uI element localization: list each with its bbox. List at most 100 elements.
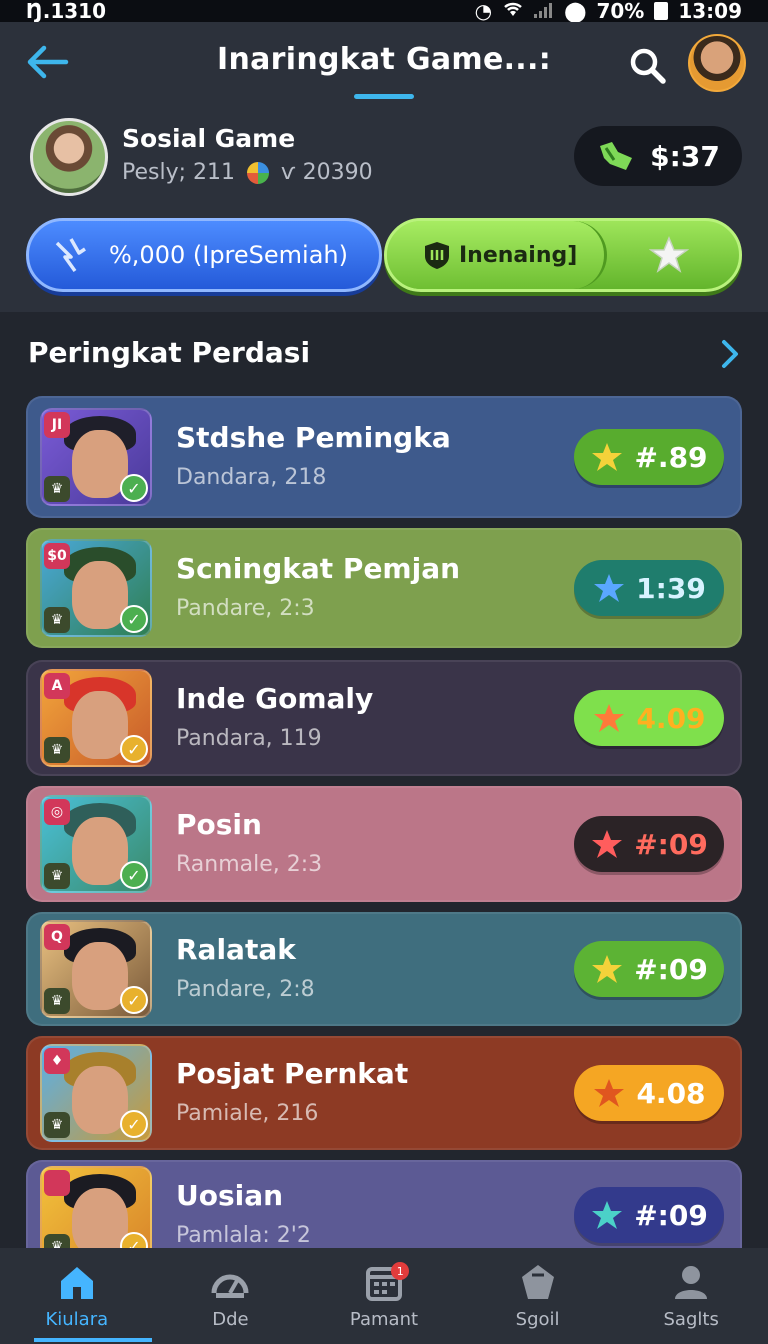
- verified-check-icon: ✓: [120, 861, 148, 889]
- game-badge-icon: ♦: [44, 1048, 70, 1074]
- sync-icon: ⬤: [564, 0, 587, 23]
- status-time: 13:09: [678, 0, 742, 23]
- verified-check-icon: ✓: [120, 1110, 148, 1138]
- player-name: Inde Gomaly: [176, 682, 374, 715]
- game-badge-icon: JI: [44, 412, 70, 438]
- player-name: Uosian: [176, 1179, 284, 1212]
- nav-label-saglts: Saglts: [663, 1308, 719, 1330]
- alarm-icon: ◔: [474, 0, 493, 23]
- premium-promo-label: %,000 (IpreSemiah): [109, 241, 348, 269]
- player-name: Ralatak: [176, 933, 296, 966]
- score-value: 4.09: [636, 701, 706, 735]
- search-button[interactable]: [626, 44, 670, 88]
- cash-icon: [600, 142, 633, 170]
- score-value: #.89: [634, 440, 708, 474]
- top-bar: Inaringkat Game...:: [0, 22, 768, 104]
- score-value: 4.08: [636, 1076, 706, 1110]
- player-thumbnail: ♦ ♛ ✓: [40, 1044, 152, 1142]
- player-subtitle: Pandare, 2:3: [176, 596, 315, 621]
- globe-icon: [247, 161, 270, 184]
- score-value: 1:39: [636, 571, 706, 605]
- speed-icon: [211, 1274, 249, 1298]
- verified-check-icon: ✓: [120, 605, 148, 633]
- leaderboard-list[interactable]: JI ♛ ✓ Stdshe Pemingka Dandara, 218 #.89…: [0, 396, 768, 1248]
- user-icon: [675, 1265, 708, 1299]
- bottom-nav: Kiulara Dde 1 Pamant Sgoil Saglts: [0, 1248, 768, 1344]
- level-badge-icon: ♛: [44, 1234, 70, 1248]
- verified-check-icon: ✓: [120, 1232, 148, 1248]
- player-subtitle: Ranmale, 2:3: [176, 852, 323, 877]
- balance-value: $:37: [650, 139, 720, 173]
- battery-icon: [654, 2, 669, 20]
- player-thumbnail: A ♛ ✓: [40, 669, 152, 767]
- score-pill[interactable]: 4.09: [574, 690, 724, 746]
- status-left-text: Ŋ.1310: [26, 0, 106, 23]
- profile-stats: Pesly; 211 ѵ 20390: [122, 160, 373, 185]
- favorite-button[interactable]: [648, 235, 690, 275]
- score-value: #:09: [634, 1198, 708, 1232]
- player-name: Posin: [176, 808, 262, 841]
- profile-avatar[interactable]: [30, 118, 108, 196]
- nav-item-pamant[interactable]: 1 Pamant: [307, 1248, 461, 1344]
- leaderboard-row[interactable]: ◎ ♛ ✓ Posin Ranmale, 2:3 #:09: [26, 786, 742, 902]
- verified-check-icon: ✓: [120, 474, 148, 502]
- profile-stat-points: ѵ 20390: [281, 160, 373, 185]
- player-subtitle: Pandare, 2:8: [176, 977, 315, 1002]
- level-badge-icon: ♛: [44, 737, 70, 763]
- verified-check-icon: ✓: [120, 986, 148, 1014]
- nav-label-pamant: Pamant: [349, 1308, 419, 1330]
- score-pill[interactable]: #.89: [574, 429, 724, 485]
- nav-item-saglts[interactable]: Saglts: [614, 1248, 768, 1344]
- player-subtitle: Pandara, 119: [176, 726, 322, 751]
- header: Inaringkat Game...: Sosial Game Pesly; 2…: [0, 22, 768, 312]
- leaderboard-row[interactable]: A ♛ ✓ Inde Gomaly Pandara, 119 4.09: [26, 660, 742, 776]
- score-value: #:09: [634, 952, 708, 986]
- star-icon: [592, 1201, 623, 1229]
- player-thumbnail: Q ♛ ✓: [40, 920, 152, 1018]
- user-avatar[interactable]: [688, 34, 746, 92]
- star-icon: [592, 830, 623, 858]
- score-pill[interactable]: #:09: [574, 816, 724, 872]
- leaderboard-row[interactable]: ♛ ✓ Uosian Pamlala: 2'2 #:09: [26, 1160, 742, 1248]
- nav-label-sgoil: Sgoil: [515, 1308, 560, 1330]
- score-pill[interactable]: 1:39: [574, 560, 724, 616]
- leaderboard-row[interactable]: Q ♛ ✓ Ralatak Pandare, 2:8 #:09: [26, 912, 742, 1026]
- leaderboard-row[interactable]: $0 ♛ ✓ Scningkat Pemjan Pandare, 2:3 1:3…: [26, 528, 742, 648]
- game-badge-icon: $0: [44, 543, 70, 569]
- player-thumbnail: ◎ ♛ ✓: [40, 795, 152, 893]
- balance-pill[interactable]: $:37: [574, 126, 742, 186]
- score-pill[interactable]: #:09: [574, 941, 724, 997]
- level-badge-icon: ♛: [44, 1112, 70, 1138]
- section-more-button[interactable]: [716, 338, 744, 370]
- player-face: [72, 1188, 128, 1248]
- star-icon: [594, 704, 625, 732]
- score-pill[interactable]: 4.08: [574, 1065, 724, 1121]
- level-badge-icon: ♛: [44, 988, 70, 1014]
- status-bar: Ŋ.1310 ◔ ⬤ 70% 13:09: [0, 0, 768, 23]
- score-value: #:09: [634, 827, 708, 861]
- score-pill[interactable]: #:09: [574, 1187, 724, 1243]
- player-name: Scningkat Pemjan: [176, 552, 461, 585]
- player-thumbnail: JI ♛ ✓: [40, 408, 152, 506]
- shield-icon: [425, 242, 449, 269]
- player-subtitle: Pamlala: 2'2: [176, 1223, 311, 1248]
- star-icon: [594, 574, 625, 602]
- leaderboard-row[interactable]: ♦ ♛ ✓ Posjat Pernkat Pamiale, 216 4.08: [26, 1036, 742, 1150]
- battery-percent: 70%: [596, 0, 645, 23]
- star-icon: [594, 1079, 625, 1107]
- profile-stat-players: Pesly; 211: [122, 160, 236, 185]
- game-badge-icon: Q: [44, 924, 70, 950]
- premium-promo-button[interactable]: %,000 (IpreSemiah): [26, 218, 382, 292]
- ranking-promo-button[interactable]: Inenaing]: [384, 218, 742, 292]
- section-title: Peringkat Perdasi: [28, 336, 311, 369]
- nav-item-sgoil[interactable]: Sgoil: [461, 1248, 615, 1344]
- notification-badge: 1: [391, 1262, 410, 1280]
- wifi-icon: [502, 0, 524, 23]
- nav-item-dde[interactable]: Dde: [154, 1248, 308, 1344]
- nav-item-home[interactable]: Kiulara: [0, 1248, 154, 1344]
- ranking-promo-inner[interactable]: Inenaing]: [387, 221, 607, 289]
- home-icon: [60, 1266, 93, 1299]
- leaderboard-row[interactable]: JI ♛ ✓ Stdshe Pemingka Dandara, 218 #.89: [26, 396, 742, 518]
- nav-label-dde: Dde: [212, 1308, 249, 1330]
- player-subtitle: Dandara, 218: [176, 465, 327, 490]
